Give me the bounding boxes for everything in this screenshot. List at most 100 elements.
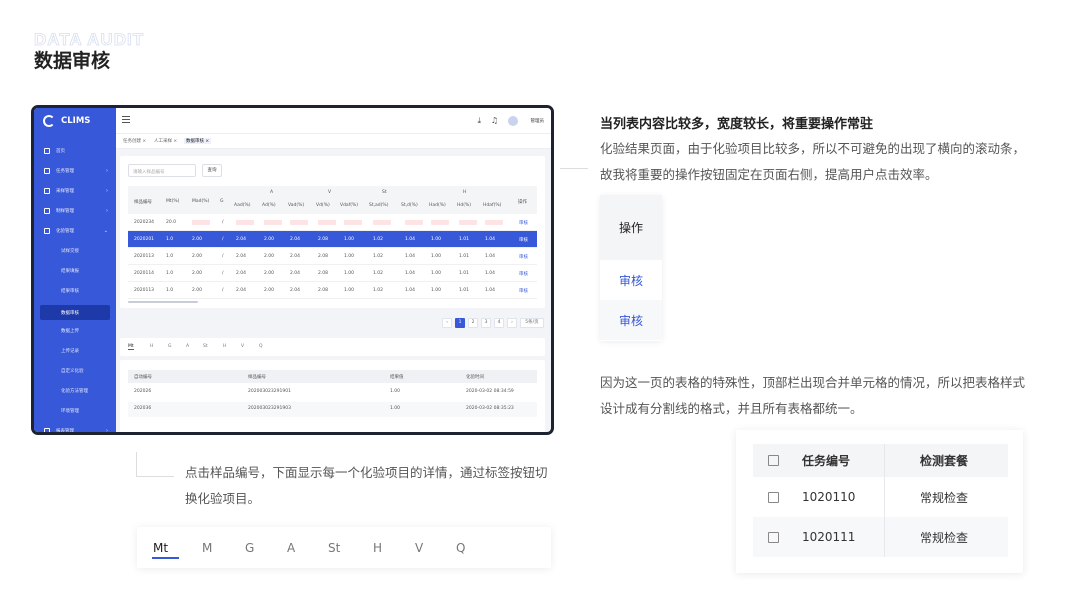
sidebar-subitem-active[interactable]: 数据审核 [40,305,110,320]
tab-h2[interactable]: H [223,344,226,349]
audit-link[interactable]: 审核 [519,288,528,294]
cell: / [222,220,224,225]
results-table: A V St H 样品编号 Mt(%) Mad(%) G Aad(%) Ad(%… [128,186,537,299]
tab-v[interactable]: V [241,344,244,349]
page-button[interactable]: 4 [494,318,504,328]
sidebar-subitem[interactable]: 数据上传 [61,328,79,334]
tab-q[interactable]: Q [456,541,465,555]
bell-icon[interactable]: ♫ [491,116,498,125]
menu-icon[interactable] [122,116,130,123]
prep-icon [44,208,50,214]
tab-h[interactable]: H [150,344,153,349]
sidebar-item-report[interactable]: 报表管理 › [34,424,116,432]
search-button[interactable]: 查询 [202,164,222,177]
avatar[interactable] [508,116,518,126]
tab-st[interactable]: St [203,344,208,349]
connector-line [136,476,174,477]
sidebar-item-home[interactable]: 首页 [34,144,116,158]
tab-v[interactable]: V [415,541,423,555]
page-button[interactable]: 2 [468,318,478,328]
operation-column-card: 操作 审核 审核 [600,195,662,341]
cell: 2.04 [290,271,301,276]
sidebar-subitem[interactable]: 环境管理 [61,408,79,414]
sidebar-item-sampling[interactable]: 采样管理 › [34,184,116,198]
cell[interactable]: 2020113 [134,254,154,259]
tab-mt[interactable]: Mt [153,541,168,555]
table-row[interactable]: 2020201 1.0 2.00 / 2.04 2.00 2.04 2.08 1.00 1.02 1… [128,231,537,248]
column-header: Hd(%) [457,203,472,208]
tab-m[interactable]: M [202,541,212,555]
sidebar-item-task[interactable]: 任务管理 › [34,164,116,178]
page-button[interactable]: 1 [455,318,465,328]
tab-a[interactable]: A [186,344,189,349]
cell: 1.00 [431,254,442,259]
page-size-select[interactable]: 5条/页 [520,318,544,328]
audit-link[interactable]: 审核 [519,254,528,260]
table-row[interactable]: 202026 202003023291901 1.00 2020-03-02 0… [128,385,537,400]
cell[interactable]: 2020201 [134,237,154,242]
table-row[interactable]: 1020110 常规检查 [753,477,1008,517]
page-button[interactable]: 3 [481,318,491,328]
prev-page-button[interactable]: ‹ [442,318,452,328]
cell: 1.02 [373,254,384,259]
tab-h[interactable]: H [373,541,382,555]
next-page-button[interactable]: › [507,318,517,328]
sidebar-item-label: 采样管理 [56,189,74,194]
audit-link[interactable]: 审核 [519,220,528,226]
cell: 2.08 [318,237,329,242]
tab-st[interactable]: St [328,541,340,555]
table-row[interactable]: 202036 202003023291903 1.00 2020-03-02 0… [128,402,537,417]
audit-link[interactable]: 审核 [600,260,662,300]
download-icon[interactable]: ⤓ [477,116,481,126]
cell: 2020-03-02 08:35:23 [466,406,514,411]
sidebar-item-prep[interactable]: 制样管理 › [34,204,116,218]
column-header: Hdaf(%) [483,203,502,208]
audit-link[interactable]: 审核 [600,300,662,340]
logo-icon [43,115,55,127]
chevron-down-icon: ⌄ [103,228,108,234]
table-row[interactable]: 2020234 20.0 / 审核 [128,214,537,231]
sidebar-subitem[interactable]: 化验方法管理 [61,388,88,394]
cell: 202036 [134,406,152,411]
cell: 1.04 [405,254,416,259]
tab-q[interactable]: Q [259,344,263,349]
user-name[interactable]: 管理员 [531,118,545,124]
sidebar-subitem[interactable]: 试样交接 [61,248,79,254]
group-header: St [382,190,387,195]
tab-a[interactable]: A [287,541,295,555]
table-row[interactable]: 2020113 1.0 2.00 / 2.04 2.00 2.04 2.08 1.00 1.02 1… [128,248,537,265]
tab-data-audit[interactable]: 数据审核 × [184,138,212,144]
row-checkbox[interactable] [768,532,779,543]
cell: 2.08 [318,288,329,293]
sample-search-input[interactable]: 请输入样品编号 [128,164,196,177]
cell[interactable]: 2020234 [134,220,154,225]
sidebar-subitem[interactable]: 上传记录 [61,348,79,354]
cell: 2.00 [192,271,203,276]
tab-manual-sampling[interactable]: 人工采样 × [154,138,177,144]
sidebar-item-lab[interactable]: 化验管理 ⌄ [34,224,116,238]
cell[interactable]: 2020113 [134,288,154,293]
column-header: 化验时间 [466,375,484,380]
cell: 2.04 [290,237,301,242]
sidebar-subitem[interactable]: 结果填报 [61,268,79,274]
tab-mt[interactable]: Mt [128,344,134,350]
cell: 常规检查 [920,490,969,505]
select-all-checkbox[interactable] [768,455,779,466]
cell: 1.00 [431,271,442,276]
sidebar-subitem[interactable]: 自定义化验 [61,368,84,374]
audit-link[interactable]: 审核 [519,271,528,277]
cell: 2.04 [236,237,247,242]
column-header: 样品编号 [134,200,152,205]
table-row[interactable]: 1020111 常规检查 [753,517,1008,557]
cell[interactable]: 2020114 [134,271,154,276]
horizontal-scrollbar[interactable] [128,301,198,303]
row-checkbox[interactable] [768,492,779,503]
tab-g[interactable]: G [245,541,254,555]
tab-g[interactable]: G [168,344,172,349]
table-row[interactable]: 2020114 1.0 2.00 / 2.04 2.00 2.04 2.08 1.00 1.02 1… [128,265,537,282]
audit-link[interactable]: 审核 [519,237,528,243]
cell: 2.08 [318,271,329,276]
sidebar-subitem[interactable]: 结果审核 [61,288,79,294]
table-row[interactable]: 2020113 1.0 2.00 / 2.04 2.00 2.04 2.08 1.00 1.02 1… [128,282,537,299]
tab-task-create[interactable]: 任务创建 × [123,138,146,144]
